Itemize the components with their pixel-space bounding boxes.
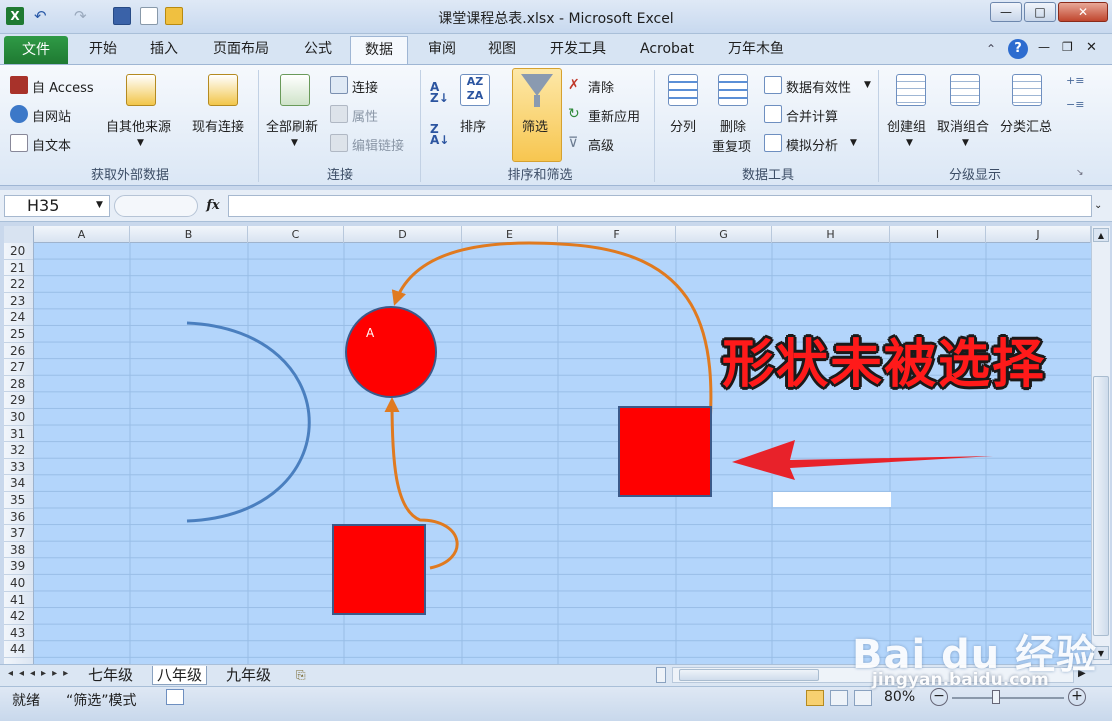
annotation-text: 形状未被选择 [722, 335, 1047, 395]
zoom-out-icon[interactable]: − [930, 688, 948, 706]
circle-label: A [366, 326, 375, 340]
zoom-slider-track[interactable] [952, 697, 1064, 699]
active-cell-h35[interactable] [773, 492, 891, 507]
scroll-up-icon[interactable]: ▲ [1093, 228, 1109, 242]
tab-split-handle[interactable] [656, 667, 666, 683]
zoom-slider-thumb[interactable] [992, 690, 1000, 704]
zoom-level[interactable]: 80% [884, 689, 915, 705]
sheet-tab-grade8[interactable]: 八年级 [152, 666, 208, 685]
normal-view-icon[interactable] [806, 690, 824, 706]
horizontal-scroll-thumb[interactable] [679, 669, 819, 681]
status-filter-mode: “筛选”模式 [66, 693, 137, 709]
page-layout-view-icon[interactable] [830, 690, 848, 706]
baidu-watermark-url: jingyan.baidu.com [872, 670, 1049, 690]
blue-arc-shape[interactable] [186, 321, 311, 523]
macro-record-icon[interactable] [166, 689, 184, 705]
red-square-bottom[interactable] [332, 524, 426, 615]
status-ready: 就绪 [12, 693, 40, 709]
red-square-right[interactable] [618, 406, 712, 497]
red-pointer-arrow [732, 440, 993, 480]
insert-sheet-icon[interactable]: ⎘ [296, 668, 306, 683]
sheet-nav-icons[interactable]: ◂◂◂▸▸▸ [8, 668, 74, 679]
sheet-tab-grade9[interactable]: 九年级 [222, 666, 275, 685]
zoom-in-icon[interactable]: + [1068, 688, 1086, 706]
vertical-scroll-thumb[interactable] [1093, 376, 1109, 636]
sheet-tab-grade7[interactable]: 七年级 [84, 666, 137, 685]
red-circle-shape[interactable] [345, 306, 437, 398]
vertical-scrollbar[interactable]: ▲ ▼ [1091, 226, 1110, 664]
page-break-view-icon[interactable] [854, 690, 872, 706]
